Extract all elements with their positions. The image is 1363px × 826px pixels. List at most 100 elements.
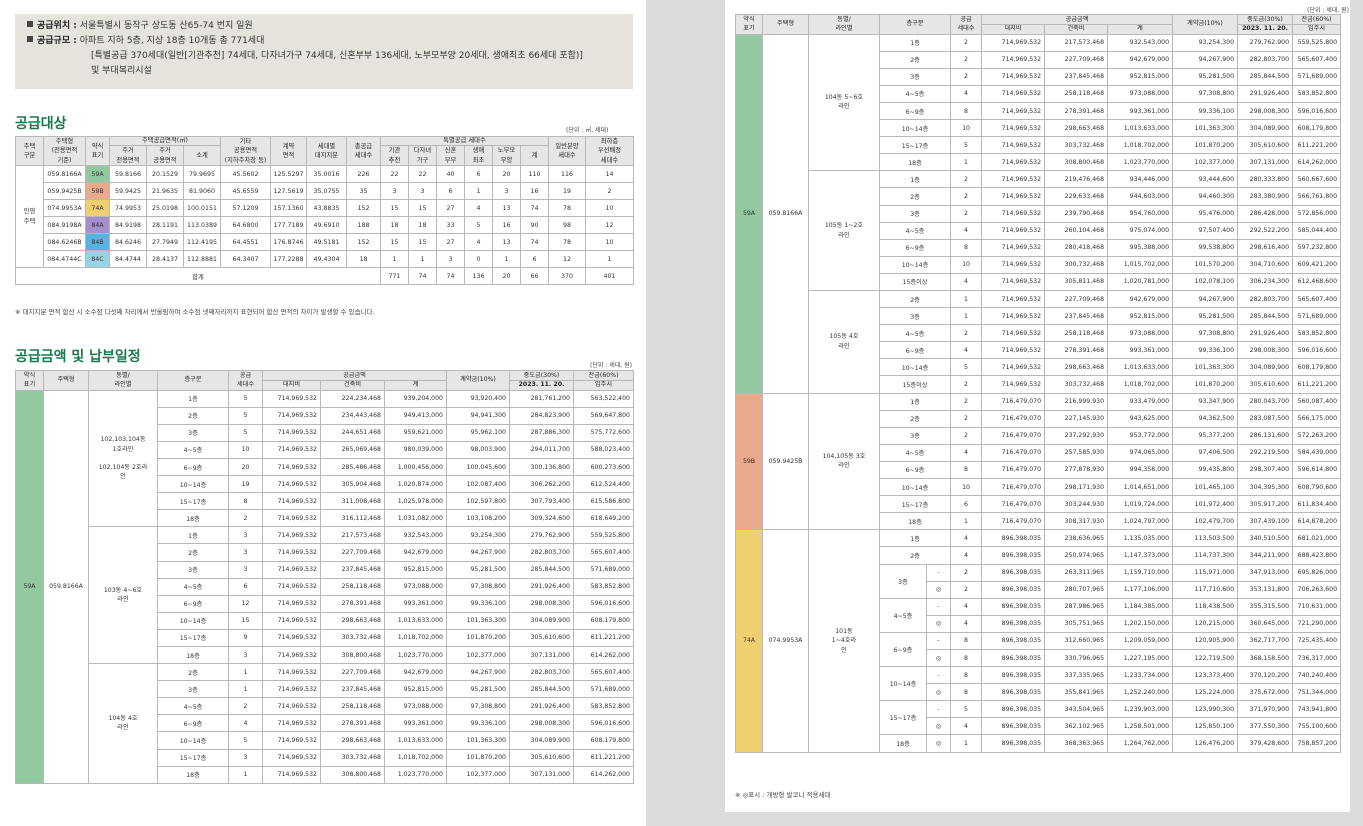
value-cell: 229,633,468: [1044, 187, 1109, 206]
value-cell: 714,969,532: [262, 663, 321, 682]
value-cell: 316,112,468: [320, 509, 385, 528]
value-cell: 973,088,000: [1107, 84, 1174, 103]
value-cell: 1,258,501,000: [1107, 717, 1174, 736]
value-cell: 102,377,000: [1172, 153, 1239, 172]
value-cell: 952,815,000: [1107, 67, 1174, 86]
building-line: 101동 1~4호라인: [831, 627, 857, 654]
value-cell: 1,020,874,000: [384, 475, 447, 494]
th-balance: 잔금(60%): [573, 370, 634, 381]
sum-cell: 74: [436, 267, 465, 286]
supply-target-table: 주택 구분 주택형 (전용면적 기준) 약식 표기 주택공급면적(㎡) 기타 공용면적 (지…: [15, 135, 634, 286]
value-cell: 721,290,000: [1292, 614, 1342, 633]
value-cell: 939,204,000: [384, 389, 447, 408]
value-cell: 102,597,800: [446, 492, 510, 511]
value-cell: 6: [464, 165, 493, 184]
value-cell: 714,969,532: [262, 389, 321, 408]
value-cell: 614,262,000: [573, 645, 634, 665]
value-cell: 695,826,000: [1292, 563, 1342, 582]
value-cell: 0: [464, 250, 493, 269]
value-cell: 2: [950, 580, 983, 599]
page-right[interactable]: (단위 : 세대, 원) 약식 표기 주택형 동별/라인별 층구분 공급 세대수 공…: [725, 0, 1350, 812]
building-line: 104동 4호라인: [108, 715, 138, 732]
value-cell: 370,120,200: [1237, 666, 1294, 685]
value-cell: 344,211,900: [1237, 546, 1294, 565]
th-units: 공급 세대수: [950, 14, 983, 35]
value-cell: 1,023,770,000: [384, 765, 447, 784]
value-cell: 15~17층: [157, 748, 229, 767]
value-cell: 43.8835: [306, 199, 347, 218]
table-row: 084.9198A 84A 84.9198 28.1191 113.0389 64.680…: [16, 216, 634, 235]
value-cell: 1,184,385,000: [1107, 597, 1174, 616]
value-cell: 2: [950, 33, 983, 52]
value-cell: 725,435,400: [1292, 631, 1342, 650]
value-cell: 4: [950, 84, 983, 103]
value-cell: 4: [950, 272, 983, 292]
value-cell: 99,336,100: [446, 714, 510, 733]
value-cell: 94,267,900: [446, 663, 510, 682]
value-cell: 6: [950, 495, 983, 514]
value-cell: 93,347,900: [1172, 392, 1239, 411]
value-cell: 714,969,532: [262, 611, 321, 630]
value-cell: 6: [228, 577, 263, 596]
value-cell: 714,969,532: [981, 307, 1046, 326]
th-land-share: 세대별 대지지분: [306, 135, 347, 167]
value-cell: 714,969,532: [262, 509, 321, 528]
value-cell: 114,737,300: [1172, 546, 1239, 565]
section-title-price-schedule: 공급금액 및 납부일정: [15, 349, 141, 365]
value-cell: 298,663,468: [320, 731, 385, 750]
value-cell: 1: [950, 734, 983, 753]
value-cell: 95,281,500: [1172, 67, 1239, 86]
value-cell: 740,240,400: [1292, 666, 1342, 685]
value-cell: 952,815,000: [1107, 307, 1174, 326]
th-lowest-floor: 최하층 우선배정 세대수: [585, 135, 634, 167]
floor-cell: 15~17층: [879, 700, 927, 736]
value-cell: 1,015,702,000: [1107, 255, 1174, 274]
value-cell: 95,962,100: [446, 423, 510, 442]
value-cell: 714,969,532: [262, 543, 321, 562]
table-row: 084.6246B 84B 84.6246 27.7949 112.4195 64.455…: [16, 233, 634, 252]
floor-cell: 10~14층: [878, 119, 952, 138]
value-cell: 608,179,800: [573, 731, 634, 750]
value-cell: 291,926,400: [1237, 324, 1294, 343]
value-cell: 280,418,468: [1044, 238, 1109, 257]
value-cell: 285,844,500: [509, 680, 574, 699]
value-cell: 2: [950, 187, 983, 206]
value-cell: 980,039,000: [384, 440, 447, 459]
value-cell: 300,136,800: [509, 457, 574, 477]
value-cell: 611,834,400: [1292, 495, 1342, 514]
value-cell: 282,803,700: [1237, 50, 1294, 69]
value-cell: 277,878,930: [1044, 460, 1109, 480]
value-cell: 1: [380, 250, 409, 269]
value-cell: 4: [464, 233, 493, 252]
value-cell: 74: [520, 233, 549, 252]
value-cell: 307,131,000: [1237, 153, 1294, 172]
value-cell: 28.4137: [146, 250, 184, 269]
value-cell: 308,800,468: [1044, 153, 1109, 172]
value-cell: 2: [950, 204, 983, 223]
table-row: 59B 059.9425B 104,105동 3호라인 1층 2 716,479,070 2…: [735, 392, 1342, 531]
value-cell: 22: [380, 165, 409, 184]
value-cell: 95,281,500: [446, 560, 510, 579]
value-cell: 343,504,965: [1044, 700, 1109, 719]
value-cell: 298,008,300: [1237, 101, 1294, 121]
value-cell: 298,616,400: [1237, 238, 1294, 257]
value-cell: 18층: [157, 765, 229, 784]
floor-cell: 10~14층: [878, 255, 952, 274]
sum-cell: 136: [464, 267, 493, 286]
value-cell: 559,525,800: [1292, 33, 1342, 52]
page-left[interactable]: 공급위치 : 서울특별시 동작구 상도동 산65-74 번지 일원 공급규모 :…: [0, 0, 646, 826]
value-cell: 94,267,900: [446, 543, 510, 562]
value-cell: 237,292,930: [1044, 426, 1109, 445]
value-cell: 995,388,000: [1107, 238, 1174, 257]
value-cell: 1,159,710,000: [1107, 563, 1174, 582]
value-cell: 608,179,800: [1292, 119, 1342, 138]
value-cell: 10: [585, 233, 634, 252]
value-cell: 152: [346, 199, 381, 218]
value-cell: 94,460,300: [1172, 187, 1239, 206]
value-cell: 97,507,400: [1172, 221, 1239, 240]
value-cell: 714,969,532: [981, 170, 1046, 189]
value-cell: 282,803,700: [509, 663, 574, 682]
value-cell: 571,689,000: [1292, 307, 1342, 326]
value-cell: 896,398,035: [981, 614, 1046, 633]
value-cell: 35: [346, 182, 381, 201]
